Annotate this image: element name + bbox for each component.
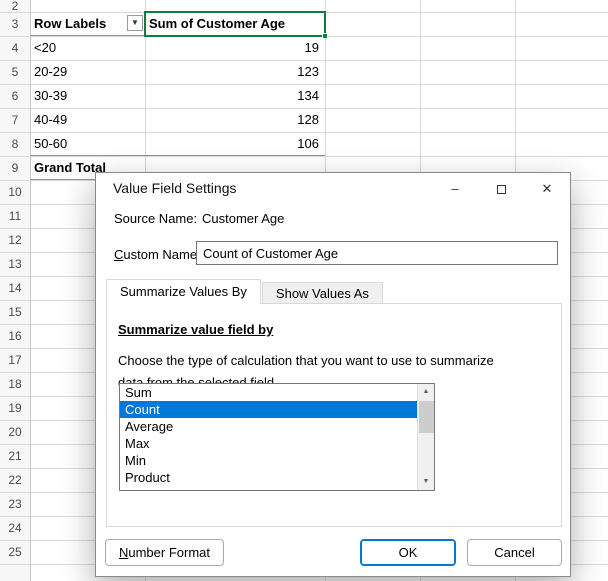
value-field-settings-dialog: Value Field Settings – ✕ Source Name: Cu… [95,172,571,577]
list-option-sum[interactable]: Sum [120,384,417,401]
fill-handle[interactable] [322,33,328,39]
scroll-down-icon[interactable]: ▼ [418,474,434,490]
pivot-row-value[interactable]: 134 [145,84,325,108]
cancel-button[interactable]: Cancel [467,539,562,566]
close-button[interactable]: ✕ [524,174,570,204]
dialog-title: Value Field Settings [113,173,236,204]
source-name-value: Customer Age [202,211,284,226]
minimize-button[interactable]: – [432,174,478,204]
scroll-up-icon[interactable]: ▲ [418,384,434,400]
pivot-row-value[interactable]: 106 [145,132,325,156]
list-option-product[interactable]: Product [120,469,417,486]
pivot-row-label[interactable]: 30-39 [30,84,145,108]
summarize-section-heading: Summarize value field by [118,322,273,337]
tab-show-values-as[interactable]: Show Values As [262,282,383,304]
close-icon: ✕ [542,181,553,196]
pivot-row-label[interactable]: 20-29 [30,60,145,84]
minimize-icon: – [451,181,458,196]
number-format-button[interactable]: Number Format [105,539,224,566]
tab-strip: Summarize Values By Show Values As [106,279,384,304]
source-name-label: Source Name: [114,211,197,226]
maximize-button[interactable] [478,174,524,204]
summary-function-list[interactable]: SumCountAverageMaxMinProduct ▲ ▼ [119,383,435,491]
pivot-row-label[interactable]: 40-49 [30,108,145,132]
row-labels-filter-button[interactable]: ▼ [127,15,143,31]
pivot-row-label[interactable]: 50-60 [30,132,145,156]
list-scrollbar[interactable]: ▲ ▼ [417,384,434,490]
tab-summarize-values-by[interactable]: Summarize Values By [106,279,261,304]
list-option-max[interactable]: Max [120,435,417,452]
pivot-row-value[interactable]: 123 [145,60,325,84]
maximize-icon [497,185,506,194]
custom-name-label: Custom Name: [114,247,201,262]
list-option-average[interactable]: Average [120,418,417,435]
custom-name-input[interactable] [196,241,558,265]
pivot-row-label[interactable]: <20 [30,36,145,60]
summarize-description-line1: Choose the type of calculation that you … [118,353,494,368]
excel-window: 2345678910111213141516171819202122232425… [0,0,608,581]
ok-button[interactable]: OK [360,539,456,566]
pivot-row-value[interactable]: 19 [145,36,325,60]
scrollbar-thumb[interactable] [419,401,434,433]
active-cell-selection-border [144,11,326,37]
pivot-grand-total-border [30,155,325,156]
pivot-row-value[interactable]: 128 [145,108,325,132]
list-option-count[interactable]: Count [120,401,417,418]
chevron-down-icon: ▼ [131,18,139,27]
list-option-min[interactable]: Min [120,452,417,469]
